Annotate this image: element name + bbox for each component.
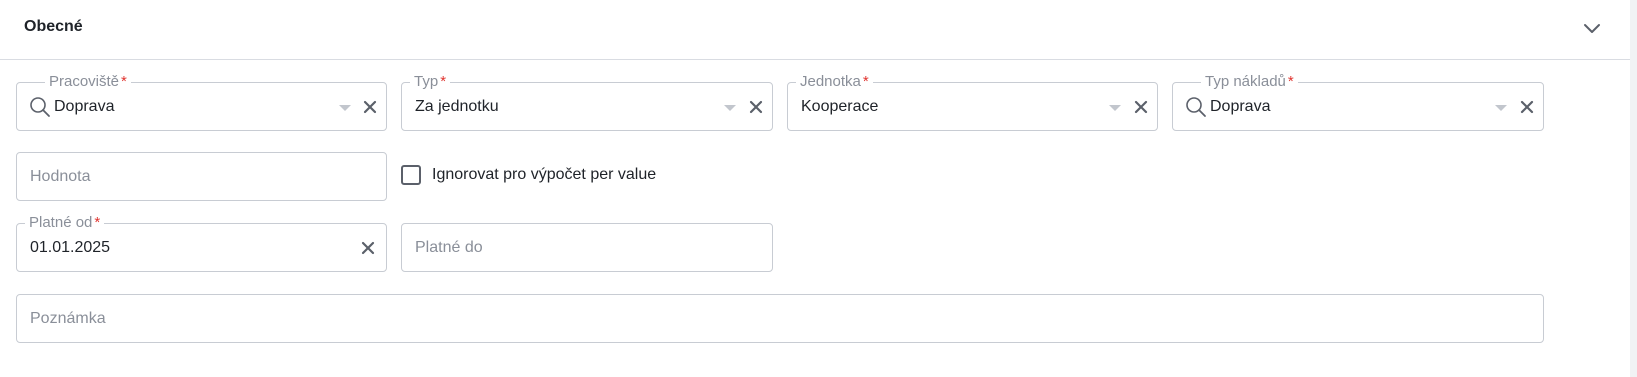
jednotka-label: Jednotka * [796,73,873,91]
caret-down-icon[interactable] [339,105,351,111]
pracoviste-value: Doprava [54,98,115,115]
platne-do-input[interactable]: Platné do [401,223,773,272]
hodnota-input[interactable]: Hodnota [16,152,387,201]
typ-nakladu-label: Typ nákladů * [1201,73,1298,91]
search-icon [1185,96,1207,118]
close-icon[interactable] [361,98,379,116]
poznamka-placeholder: Poznámka [30,310,106,327]
caret-down-icon[interactable] [1109,105,1121,111]
typ-label: Typ * [410,73,451,91]
typ-select[interactable]: Typ * Za jednotku [401,73,773,131]
search-icon [29,96,51,118]
typ-nakladu-select[interactable]: Typ nákladů * Doprava [1172,73,1544,131]
ignorovat-label: Ignorovat pro výpočet per value [432,166,657,183]
close-icon[interactable] [359,239,377,257]
poznamka-input[interactable]: Poznámka [16,294,1544,343]
typ-nakladu-value: Doprava [1210,98,1271,115]
close-icon[interactable] [747,98,765,116]
close-icon[interactable] [1518,98,1536,116]
jednotka-select[interactable]: Jednotka * Kooperace [787,73,1158,131]
caret-down-icon[interactable] [1495,105,1507,111]
chevron-down-icon[interactable] [1580,17,1604,41]
platne-od-input[interactable]: Platné od * 01.01.2025 [16,214,387,272]
section-header[interactable]: Obecné [0,0,1630,60]
platne-od-label: Platné od * [25,214,105,232]
pracoviste-label: Pracoviště * [45,73,131,91]
pracoviste-select[interactable]: Pracoviště * Doprava [16,73,387,131]
typ-value: Za jednotku [415,98,499,115]
scrollbar-track[interactable] [1630,0,1637,377]
close-icon[interactable] [1132,98,1150,116]
ignorovat-checkbox[interactable]: Ignorovat pro výpočet per value [401,163,656,187]
section-title: Obecné [24,18,83,35]
jednotka-value: Kooperace [801,98,879,115]
checkbox-box[interactable] [401,165,421,185]
platne-do-placeholder: Platné do [415,239,483,256]
caret-down-icon[interactable] [724,105,736,111]
hodnota-placeholder: Hodnota [30,168,91,185]
platne-od-value: 01.01.2025 [30,239,111,256]
